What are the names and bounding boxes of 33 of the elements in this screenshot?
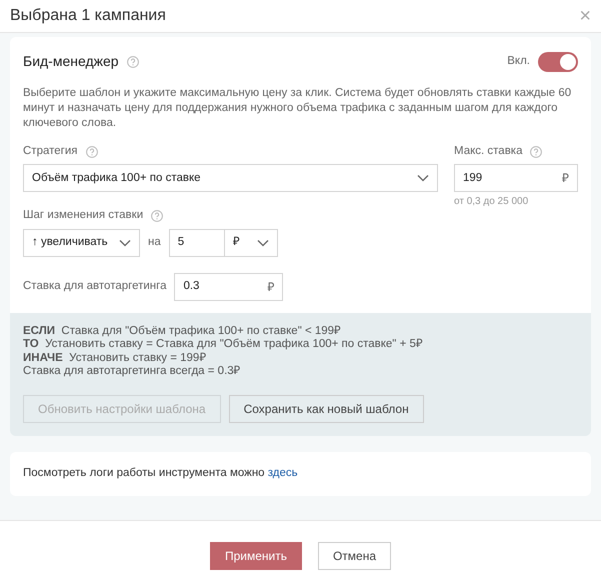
max-bid-field[interactable]: 199 ₽ [454, 164, 578, 192]
rule-line: Ставка для автотаргетинга всегда = 0.3₽ [23, 365, 242, 378]
apply-button[interactable]: Применить [210, 542, 302, 570]
help-icon[interactable] [126, 56, 139, 68]
field-label: на [148, 234, 161, 250]
help-icon[interactable] [530, 146, 542, 158]
rule-line: ИНАЧЕ Установить ставку = 199₽ [23, 352, 208, 365]
chevron-down-icon [256, 238, 269, 246]
rule-line: ТО Установить ставку = Ставка для "Объём трафика 100+ по ставке" + 5₽ [23, 338, 424, 352]
help-icon[interactable] [151, 210, 164, 222]
unit-dropdown[interactable]: ₽ [224, 228, 278, 256]
autotargeting-bid-field[interactable]: 0.3 ₽ [174, 272, 284, 300]
section-title: Бид-менеджер [23, 52, 119, 71]
strategy-dropdown[interactable]: Объём трафика 100+ по ставке [23, 164, 438, 192]
cancel-button[interactable]: Отмена [318, 542, 392, 570]
logs-text: Посмотреть логи работы инструмента можно здесь [23, 466, 298, 478]
description-text: Выберите шаблон и укажите максимальную цену за клик. Система будет обновлять ставки каждые 60 минут и назначать цену для поддержания нужного объема трафика с заданным шагом для каждого ключевого слова. [23, 86, 572, 131]
dialog-title: Выбрана 1 кампания [10, 6, 166, 26]
field-label: Шаг изменения ставки [23, 208, 144, 224]
chevron-down-icon [119, 238, 131, 246]
direction-dropdown[interactable]: ↑ увеличивать [23, 228, 140, 256]
toggle-label: Вкл. [507, 54, 530, 69]
field-label: Ставка для автотаргетинга [23, 278, 166, 294]
step-field[interactable]: 5 [168, 228, 225, 256]
help-icon[interactable] [86, 146, 98, 158]
template-button[interactable]: Сохранить как новый шаблон [228, 394, 424, 422]
field-label: Стратегия [23, 144, 78, 159]
chevron-down-icon [417, 174, 429, 182]
hint-text: от 0,3 до 25 000 [454, 195, 530, 210]
rule-line: ЕСЛИ Ставка для "Объём трафика 100+ по ставке" < 199₽ [23, 324, 342, 338]
toggle-switch[interactable] [538, 52, 578, 72]
logs-link[interactable]: здесь [268, 466, 298, 478]
field-label: Макс. ставка [454, 144, 522, 159]
